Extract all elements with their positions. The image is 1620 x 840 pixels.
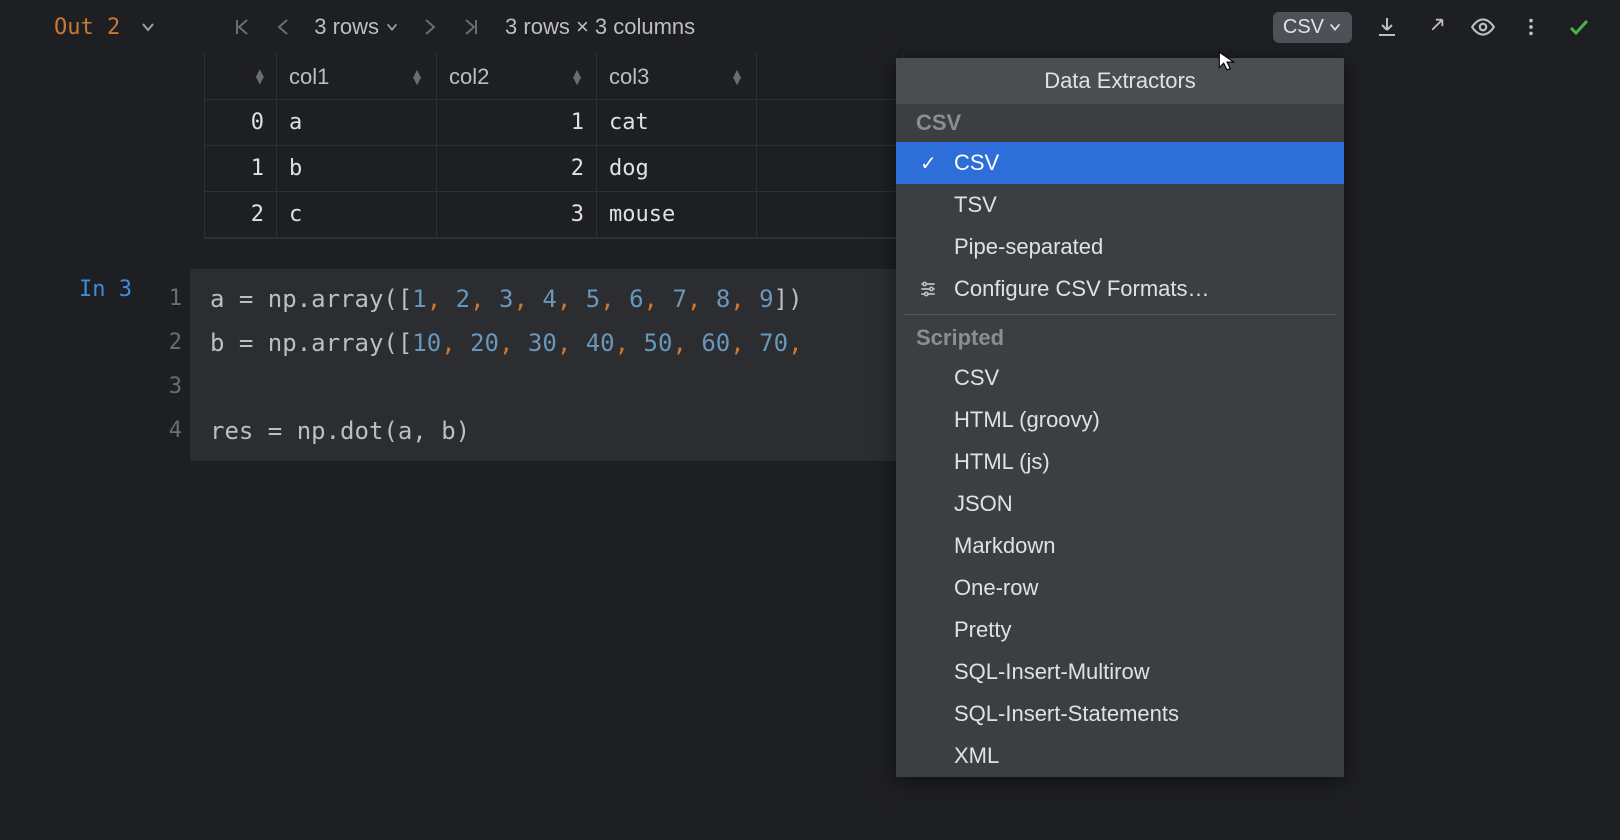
extractor-label: CSV bbox=[1283, 16, 1324, 39]
popup-section-label: Scripted bbox=[896, 319, 1344, 357]
cell-col2: 1 bbox=[437, 100, 597, 145]
popup-item[interactable]: HTML (js) bbox=[896, 441, 1344, 483]
page-last-icon[interactable] bbox=[459, 15, 483, 39]
popup-item[interactable]: ✓ CSV bbox=[896, 142, 1344, 184]
rows-label: 3 rows bbox=[314, 14, 379, 40]
popup-item[interactable]: One-row bbox=[896, 567, 1344, 609]
popup-item[interactable]: TSV bbox=[896, 184, 1344, 226]
eye-icon[interactable] bbox=[1470, 14, 1496, 40]
download-icon[interactable] bbox=[1374, 14, 1400, 40]
popup-item[interactable]: SQL-Insert-Statements bbox=[896, 693, 1344, 735]
page-first-icon[interactable] bbox=[230, 15, 254, 39]
page-next-icon[interactable] bbox=[417, 15, 441, 39]
col1-header[interactable]: col1 bbox=[277, 54, 437, 99]
check-icon: ✓ bbox=[920, 151, 937, 176]
popup-item-label: Markdown bbox=[954, 533, 1055, 559]
row-index: 0 bbox=[205, 100, 277, 145]
table-row[interactable]: 2 c 3 mouse bbox=[205, 192, 903, 238]
popup-item-label: SQL-Insert-Multirow bbox=[954, 659, 1150, 685]
rows-selector[interactable]: 3 rows bbox=[314, 14, 399, 40]
more-icon[interactable] bbox=[1518, 14, 1544, 40]
cell-col3: cat bbox=[597, 100, 757, 145]
chevron-down-icon[interactable] bbox=[140, 19, 156, 35]
out-cell-label: Out 2 bbox=[54, 15, 120, 40]
table-row[interactable]: 1 b 2 dog bbox=[205, 146, 903, 192]
cell-col1: c bbox=[277, 192, 437, 237]
separator bbox=[904, 314, 1336, 315]
data-table: col1 col2 col3 0 a 1 cat1 b 2 dog2 c 3 m… bbox=[204, 54, 904, 239]
popup-item-label: HTML (js) bbox=[954, 449, 1050, 475]
cell-col1: a bbox=[277, 100, 437, 145]
row-index: 1 bbox=[205, 146, 277, 191]
in-cell-label: In 3 bbox=[72, 269, 132, 461]
cell-col2: 2 bbox=[437, 146, 597, 191]
popup-item-label: Configure CSV Formats… bbox=[954, 276, 1210, 302]
popup-item[interactable]: XML bbox=[896, 735, 1344, 777]
popup-item[interactable]: Configure CSV Formats… bbox=[896, 268, 1344, 310]
mouse-cursor-icon bbox=[1216, 50, 1238, 72]
row-index: 2 bbox=[205, 192, 277, 237]
popup-item-label: SQL-Insert-Statements bbox=[954, 701, 1179, 727]
popup-item-label: TSV bbox=[954, 192, 997, 218]
popup-item-label: JSON bbox=[954, 491, 1013, 517]
table-row[interactable]: 0 a 1 cat bbox=[205, 100, 903, 146]
popup-item-label: Pipe-separated bbox=[954, 234, 1103, 260]
popup-item-label: CSV bbox=[954, 150, 999, 176]
data-extractors-popup: Data Extractors CSV ✓ CSV TSV Pipe-separated… bbox=[896, 58, 1344, 777]
line-gutter: 1234 bbox=[132, 269, 182, 461]
popup-item[interactable]: HTML (groovy) bbox=[896, 399, 1344, 441]
popup-item-label: One-row bbox=[954, 575, 1038, 601]
table-dimensions: 3 rows × 3 columns bbox=[505, 14, 695, 40]
popup-section-label: CSV bbox=[896, 104, 1344, 142]
popup-item[interactable]: JSON bbox=[896, 483, 1344, 525]
check-icon bbox=[1566, 14, 1592, 40]
cell-col3: mouse bbox=[597, 192, 757, 237]
popup-item-label: XML bbox=[954, 743, 999, 769]
cell-col3: dog bbox=[597, 146, 757, 191]
page-prev-icon[interactable] bbox=[272, 15, 296, 39]
popup-item-label: CSV bbox=[954, 365, 999, 391]
popup-item-label: HTML (groovy) bbox=[954, 407, 1100, 433]
col2-header[interactable]: col2 bbox=[437, 54, 597, 99]
sliders-icon bbox=[918, 279, 938, 299]
popup-item[interactable]: Pretty bbox=[896, 609, 1344, 651]
popup-title: Data Extractors bbox=[896, 58, 1344, 104]
popup-item[interactable]: CSV bbox=[896, 357, 1344, 399]
popup-item[interactable]: SQL-Insert-Multirow bbox=[896, 651, 1344, 693]
popup-item-label: Pretty bbox=[954, 617, 1011, 643]
cell-col2: 3 bbox=[437, 192, 597, 237]
open-external-icon[interactable] bbox=[1422, 14, 1448, 40]
popup-item[interactable]: Pipe-separated bbox=[896, 226, 1344, 268]
extractor-dropdown[interactable]: CSV bbox=[1273, 12, 1352, 43]
col-index-header[interactable] bbox=[205, 54, 277, 99]
cell-col1: b bbox=[277, 146, 437, 191]
popup-item[interactable]: Markdown bbox=[896, 525, 1344, 567]
col3-header[interactable]: col3 bbox=[597, 54, 757, 99]
